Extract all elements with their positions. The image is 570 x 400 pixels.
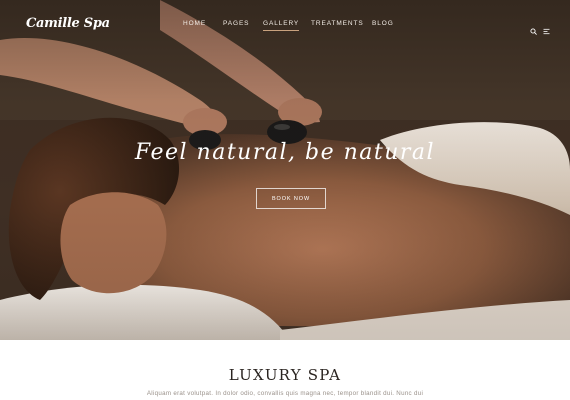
hero-overlay	[0, 0, 570, 340]
nav-item-blog[interactable]: BLOG	[372, 20, 394, 27]
nav-item-treatments[interactable]: TREATMENTS	[311, 20, 364, 27]
nav-item-home[interactable]: HOME	[183, 20, 206, 27]
page: Camille Spa HOME PAGES GALLERY TREATMENT…	[0, 0, 570, 400]
search-icon[interactable]	[530, 22, 537, 35]
nav-item-pages[interactable]: PAGES	[223, 20, 249, 27]
menu-icon[interactable]	[543, 22, 550, 35]
hero-title: Feel natural, be natural	[134, 140, 436, 165]
section-text: Aliquam erat volutpat. In dolor odio, co…	[146, 390, 424, 397]
hero-section	[0, 0, 570, 340]
nav-item-gallery[interactable]: GALLERY	[263, 20, 300, 31]
book-now-button[interactable]: BOOK NOW	[256, 188, 326, 209]
header-icons	[530, 22, 550, 35]
section-title: LUXURY SPA	[228, 366, 342, 384]
site-logo[interactable]: Camille Spa	[26, 16, 110, 31]
